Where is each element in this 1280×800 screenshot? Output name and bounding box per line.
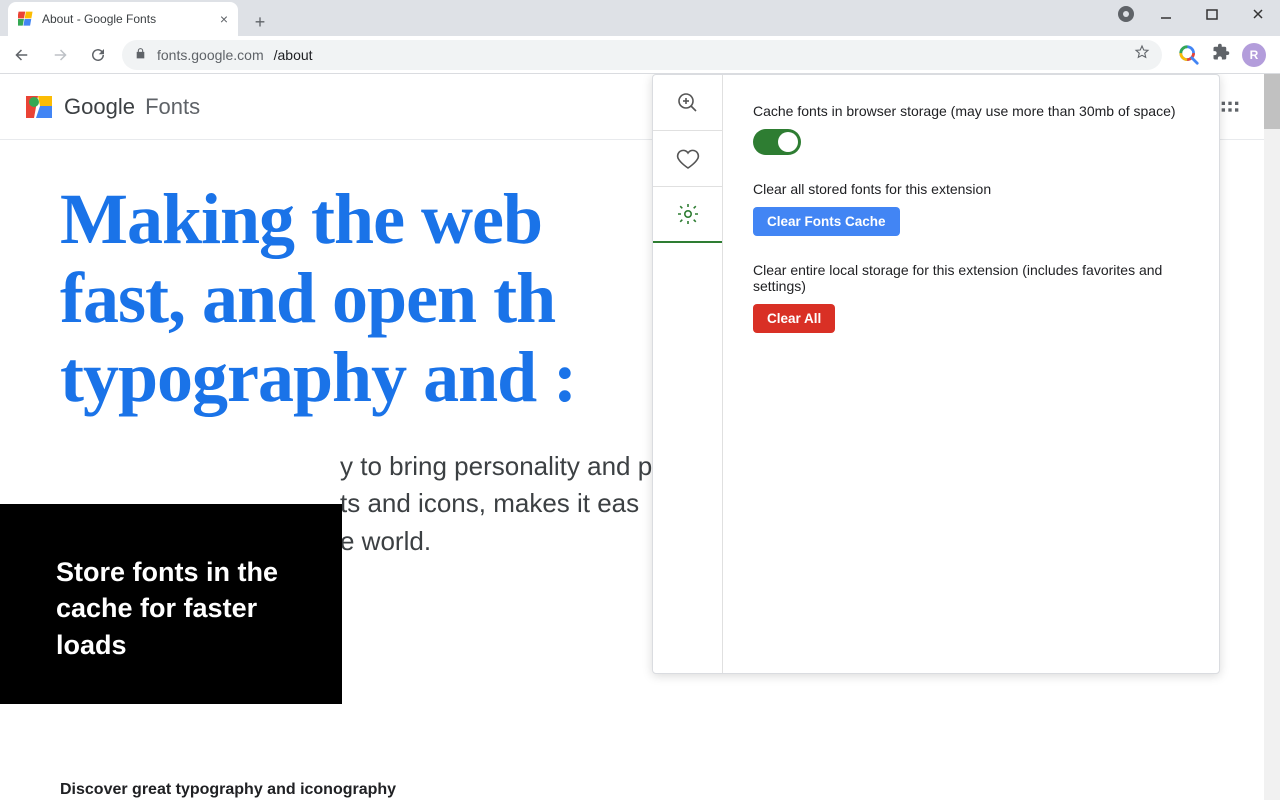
browser-toolbar: fonts.google.com/about R xyxy=(0,36,1280,74)
section-heading: Discover great typography and iconograph… xyxy=(60,781,1220,799)
promo-callout-text: Store fonts in the cache for faster load… xyxy=(56,554,312,663)
google-fonts-wordmark[interactable]: Google Fonts xyxy=(64,94,200,120)
cache-toggle-label: Cache fonts in browser storage (may use … xyxy=(753,103,1189,119)
page-viewport: Google Fonts Making the webfast, and ope… xyxy=(0,74,1280,800)
nav-back-button[interactable] xyxy=(8,41,36,69)
font-finder-extension-icon[interactable] xyxy=(1178,44,1200,66)
url-host: fonts.google.com xyxy=(157,47,264,63)
tab-close-icon[interactable]: × xyxy=(220,11,228,27)
wordmark-google: Google xyxy=(64,94,135,119)
window-minimize-icon[interactable] xyxy=(1152,4,1180,24)
browser-tab[interactable]: About - Google Fonts × xyxy=(8,2,238,36)
ext-tab-settings[interactable] xyxy=(653,187,722,243)
hero-sub-line1: y to bring personality and p xyxy=(340,451,652,481)
ext-tab-search[interactable] xyxy=(653,75,722,131)
promo-callout: Store fonts in the cache for faster load… xyxy=(0,504,342,704)
hero-sub-line3: e world. xyxy=(340,526,431,556)
nav-reload-button[interactable] xyxy=(84,41,112,69)
extension-body: Cache fonts in browser storage (may use … xyxy=(723,75,1219,673)
profile-avatar[interactable]: R xyxy=(1242,43,1266,67)
tab-title: About - Google Fonts xyxy=(42,12,212,26)
cache-toggle[interactable] xyxy=(753,129,801,155)
tab-favicon xyxy=(18,11,34,27)
lock-icon[interactable] xyxy=(134,47,147,63)
hero-sub-line2: ts and icons, makes it eas xyxy=(340,488,639,518)
extension-icons: R xyxy=(1172,43,1272,67)
wordmark-fonts: Fonts xyxy=(145,94,200,119)
clear-all-button[interactable]: Clear All xyxy=(753,304,835,333)
google-fonts-logo-icon[interactable] xyxy=(24,92,54,122)
new-tab-button[interactable]: + xyxy=(246,8,274,36)
discover-section: Discover great typography and iconograph… xyxy=(0,781,1280,800)
profile-indicator-icon[interactable] xyxy=(1118,6,1134,22)
ext-tab-favorites[interactable] xyxy=(653,131,722,187)
window-close-icon[interactable] xyxy=(1244,4,1272,24)
clear-fonts-cache-button[interactable]: Clear Fonts Cache xyxy=(753,207,900,236)
window-controls xyxy=(1118,4,1272,24)
extension-popup: Cache fonts in browser storage (may use … xyxy=(652,74,1220,674)
window-maximize-icon[interactable] xyxy=(1198,4,1226,24)
clear-fonts-label: Clear all stored fonts for this extensio… xyxy=(753,181,1189,197)
apps-grid-icon[interactable] xyxy=(1220,100,1240,125)
url-path: /about xyxy=(274,47,313,63)
clear-all-label: Clear entire local storage for this exte… xyxy=(753,262,1189,294)
extension-sidebar xyxy=(653,75,723,673)
bookmark-star-icon[interactable] xyxy=(1134,44,1150,65)
address-bar[interactable]: fonts.google.com/about xyxy=(122,40,1162,70)
nav-forward-button[interactable] xyxy=(46,41,74,69)
scrollbar-thumb[interactable] xyxy=(1264,74,1280,129)
tab-strip: About - Google Fonts × + xyxy=(0,0,1280,36)
extensions-menu-icon[interactable] xyxy=(1212,43,1230,66)
